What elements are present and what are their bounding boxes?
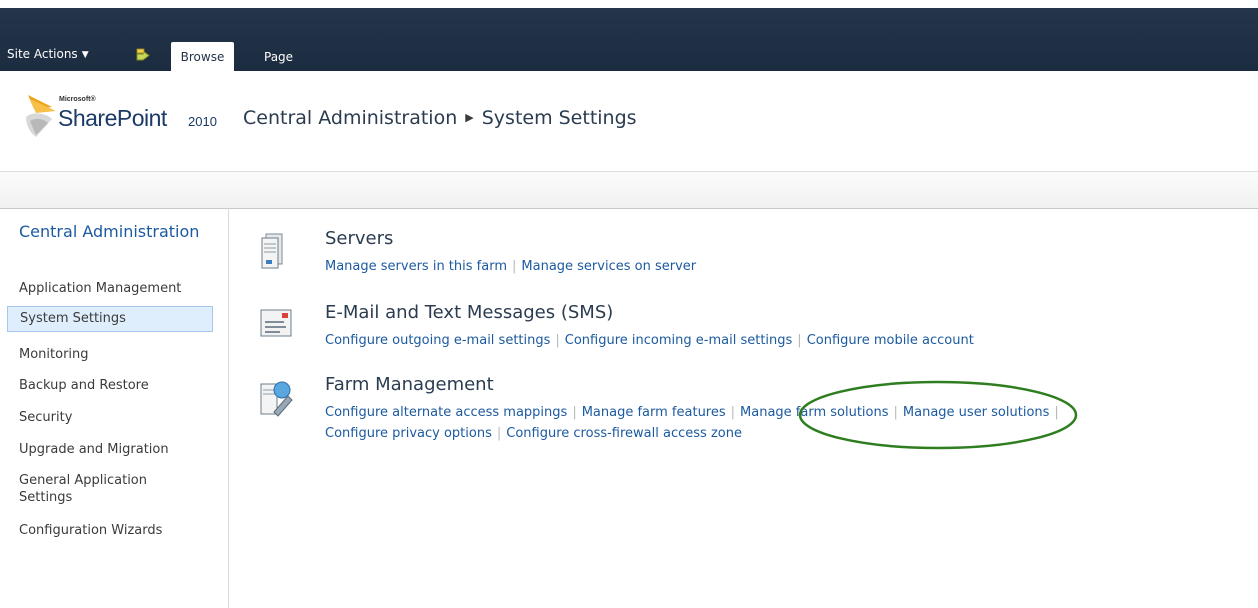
link-manage-user-solutions[interactable]: Manage user solutions [903, 405, 1050, 420]
nav-item-general-application-settings[interactable]: General Application Settings [19, 472, 189, 506]
nav-item-monitoring[interactable]: Monitoring [19, 346, 219, 363]
section-links: Configure outgoing e-mail settings | Confi… [325, 333, 974, 348]
chevron-down-icon: ▼ [81, 50, 89, 60]
link-privacy-options[interactable]: Configure privacy options [325, 426, 492, 441]
breadcrumb-root[interactable]: Central Administration [243, 107, 457, 129]
link-manage-servers[interactable]: Manage servers in this farm [325, 259, 507, 274]
link-manage-farm-solutions[interactable]: Manage farm solutions [740, 405, 888, 420]
site-actions-menu[interactable]: Site Actions ▼ [7, 47, 89, 61]
link-manage-farm-features[interactable]: Manage farm features [582, 405, 726, 420]
nav-item-backup-and-restore[interactable]: Backup and Restore [19, 377, 219, 394]
top-strip [0, 0, 1258, 8]
section-links: Configure alternate access mappings | Mana… [325, 405, 1059, 441]
breadcrumb-current: System Settings [481, 107, 637, 129]
sharepoint-logo[interactable]: Microsoft® SharePoint 2010 [22, 93, 232, 141]
link-mobile-account[interactable]: Configure mobile account [807, 333, 974, 348]
link-outgoing-email[interactable]: Configure outgoing e-mail settings [325, 333, 550, 348]
link-manage-services[interactable]: Manage services on server [521, 259, 696, 274]
microsoft-label: Microsoft® [59, 96, 96, 103]
quick-launch-heading[interactable]: Central Administration [19, 222, 209, 242]
site-actions-label: Site Actions [7, 47, 78, 61]
section-title: Servers [325, 228, 394, 249]
section-title: Farm Management [325, 374, 494, 395]
title-area: Microsoft® SharePoint 2010 Central Admin… [0, 71, 1258, 171]
sharepoint-logo-icon [26, 95, 56, 137]
tab-page[interactable]: Page [264, 42, 293, 71]
quick-launch: Central Administration Application Manag… [0, 208, 229, 608]
link-cross-firewall-access-zone[interactable]: Configure cross-firewall access zone [506, 426, 742, 441]
link-incoming-email[interactable]: Configure incoming e-mail settings [565, 333, 793, 348]
nav-item-upgrade-and-migration[interactable]: Upgrade and Migration [19, 441, 219, 458]
nav-item-application-management[interactable]: Application Management [19, 280, 219, 297]
tab-browse[interactable]: Browse [171, 42, 234, 71]
link-alternate-access-mappings[interactable]: Configure alternate access mappings [325, 405, 567, 420]
sharepoint-label: SharePoint [58, 105, 167, 131]
farm-management-icon [260, 381, 293, 417]
breadcrumb: Central Administration ▶ System Settings [243, 107, 637, 129]
version-label: 2010 [188, 114, 217, 129]
nav-item-security[interactable]: Security [19, 409, 219, 426]
nav-item-configuration-wizards[interactable]: Configuration Wizards [19, 522, 219, 539]
server-icon [261, 233, 283, 269]
ribbon: Site Actions ▼ Browse Page [0, 8, 1258, 71]
navigate-up-icon[interactable] [135, 46, 153, 64]
nav-item-system-settings[interactable]: System Settings [7, 306, 213, 332]
section-links: Manage servers in this farm | Manage servi… [325, 259, 697, 274]
section-title: E-Mail and Text Messages (SMS) [325, 302, 614, 323]
chevron-right-icon: ▶ [465, 111, 474, 124]
toolbar-strip [0, 171, 1258, 209]
email-icon [260, 309, 292, 337]
